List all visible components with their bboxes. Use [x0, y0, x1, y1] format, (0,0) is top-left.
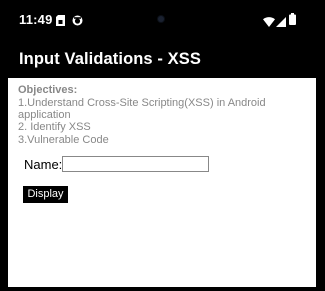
status-bar: 11:49 [0, 0, 325, 38]
status-time: 11:49 [19, 12, 53, 27]
name-label: Name: [24, 157, 63, 172]
display-button[interactable]: Display [23, 186, 68, 203]
sim-card-icon [56, 13, 65, 31]
wifi-icon [263, 14, 275, 32]
objective-line: application [18, 109, 71, 121]
battery-icon [289, 12, 296, 30]
objectives-heading: Objectives: [18, 84, 78, 96]
name-input[interactable] [62, 156, 209, 172]
app-bar: Input Validations - XSS [0, 38, 325, 78]
objective-line: 2. Identify XSS [18, 121, 91, 133]
app-title: Input Validations - XSS [19, 50, 201, 68]
sync-icon [72, 13, 83, 31]
objective-line: 1.Understand Cross-Site Scripting(XSS) i… [18, 97, 266, 109]
bottom-edge [0, 287, 325, 291]
objective-line: 3.Vulnerable Code [18, 134, 109, 146]
main-content: Objectives: 1.Understand Cross-Site Scri… [8, 78, 316, 287]
signal-icon [276, 14, 286, 32]
camera-cutout [158, 16, 164, 22]
